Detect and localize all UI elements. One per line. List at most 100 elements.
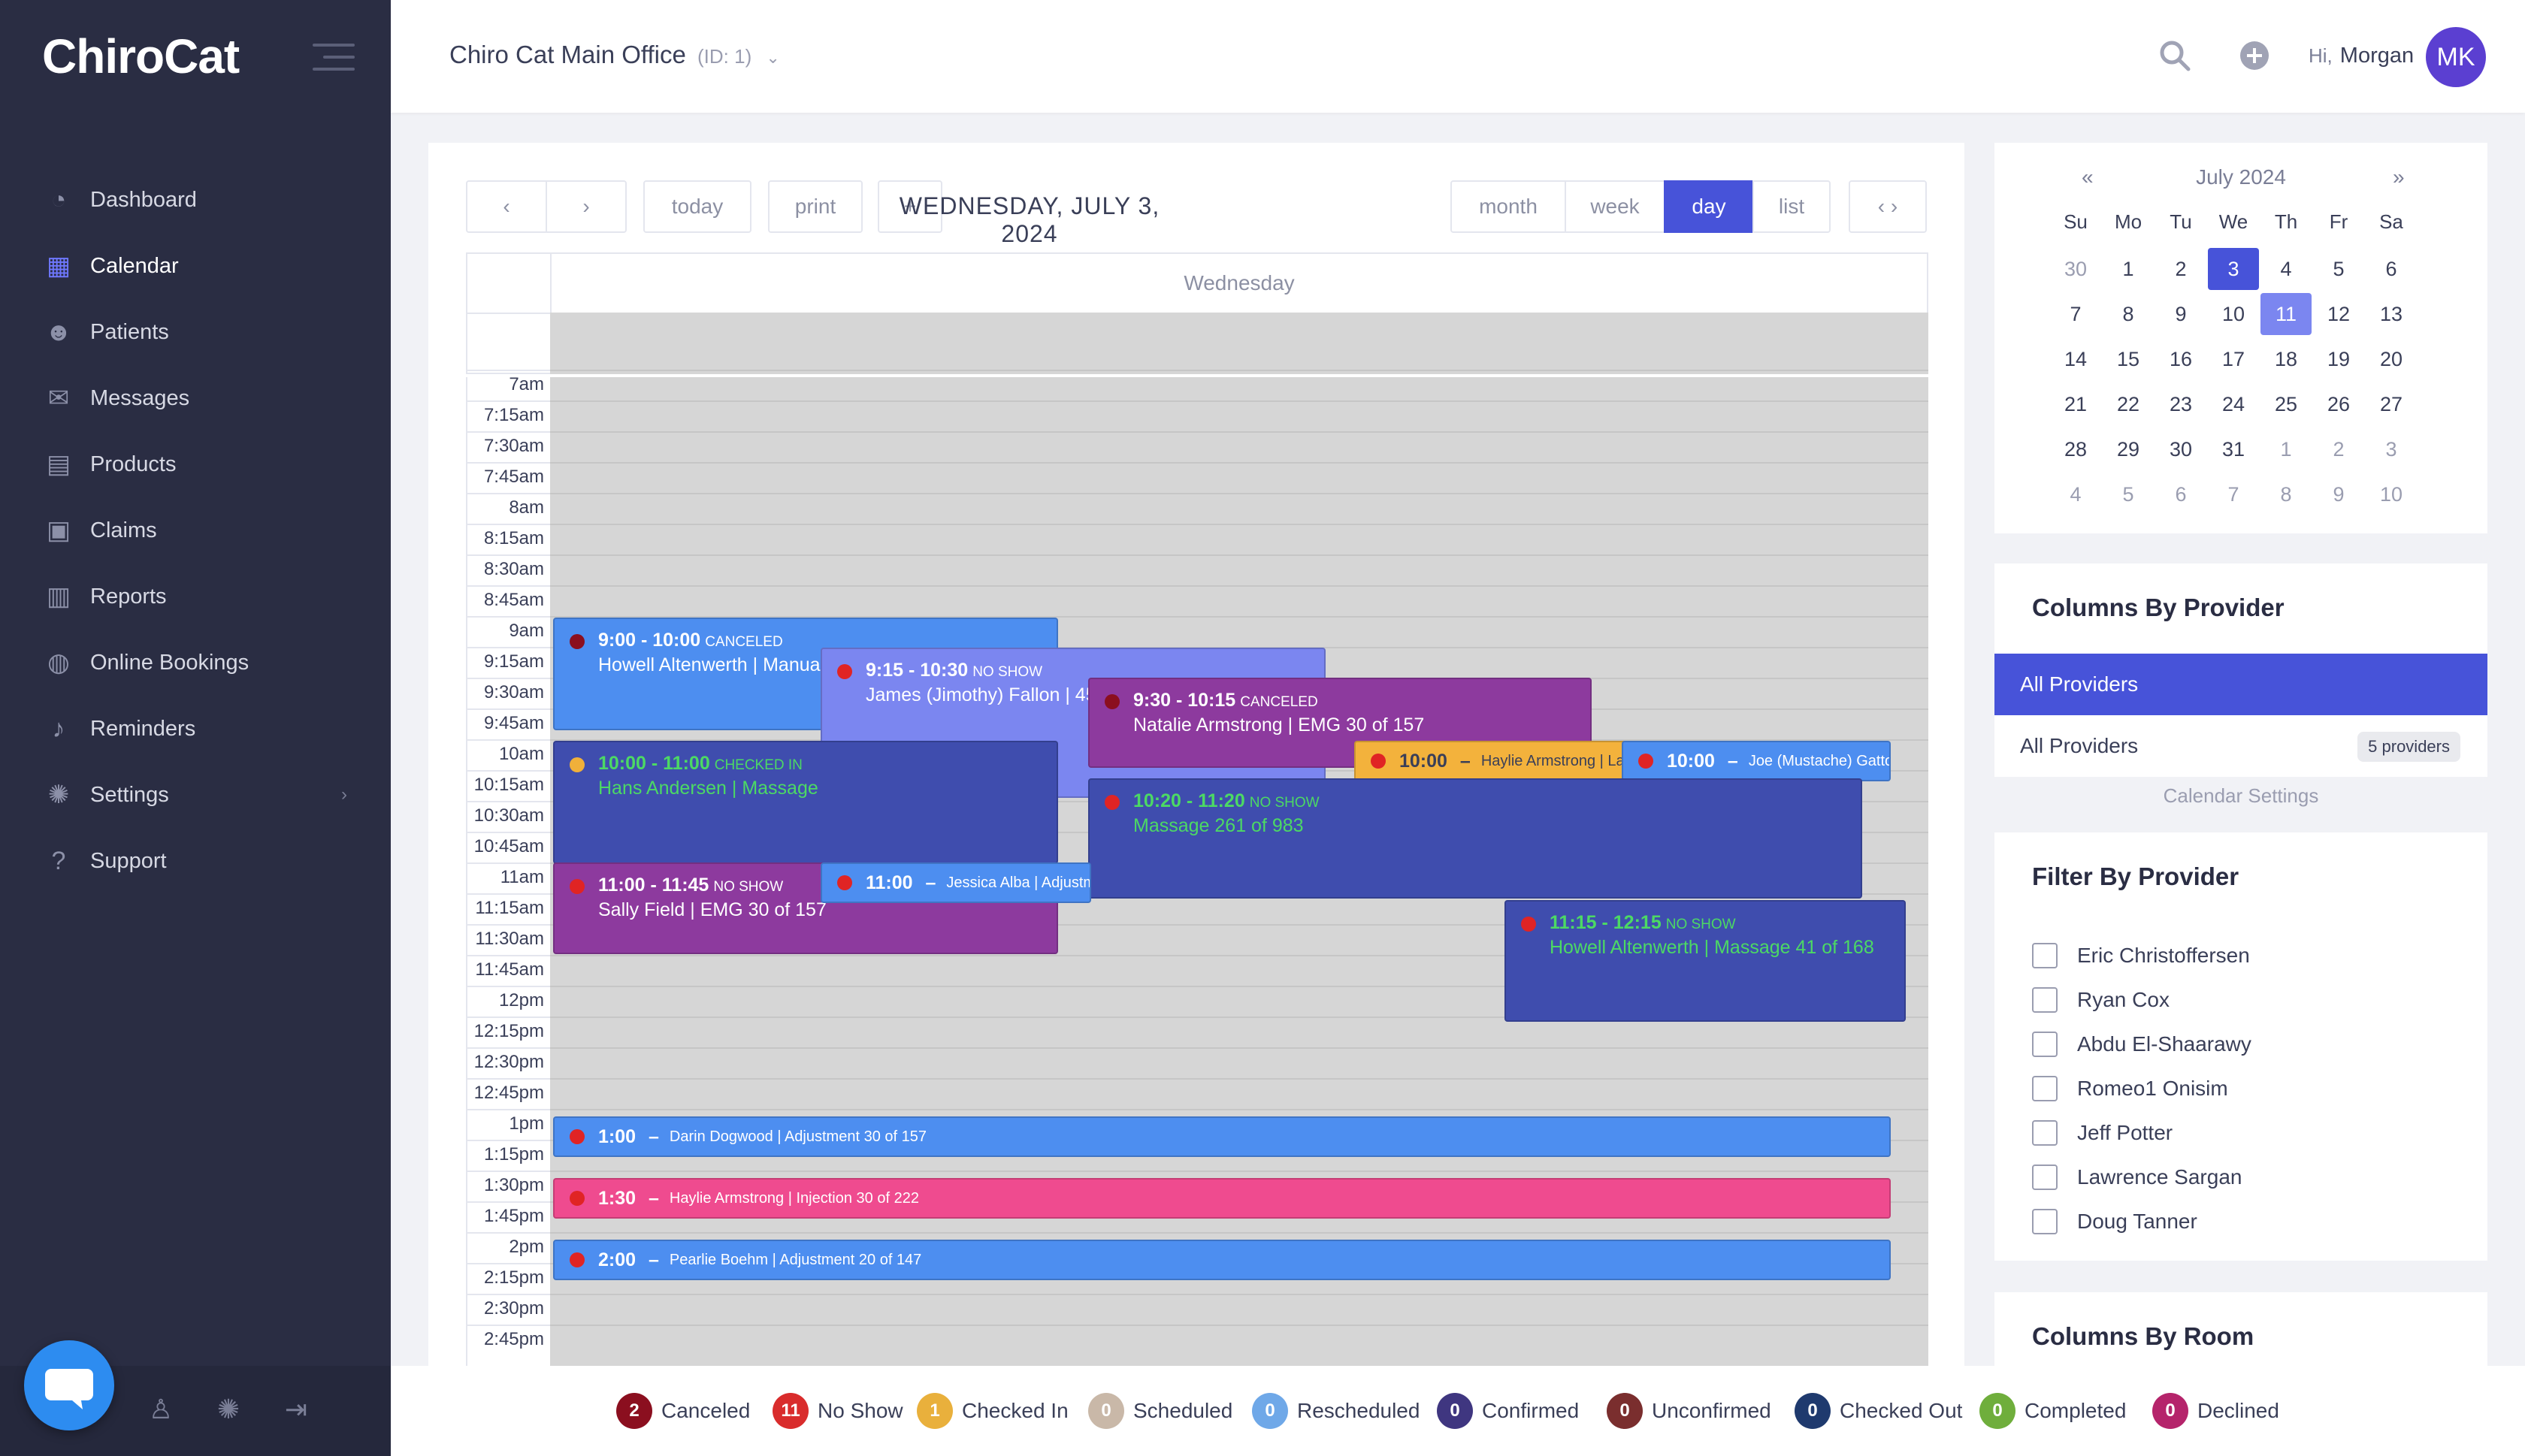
mini-calendar-day[interactable]: 2 xyxy=(2313,428,2364,470)
chat-support-button[interactable] xyxy=(24,1340,114,1430)
calendar-event[interactable]: 11:00 –Jessica Alba | Adjustment xyxy=(821,862,1091,903)
mini-calendar-day[interactable]: 12 xyxy=(2313,293,2364,335)
mini-calendar-day[interactable]: 1 xyxy=(2103,248,2154,290)
calendar-event[interactable]: 1:30 – Haylie Armstrong | Injection 30 of… xyxy=(553,1178,1891,1219)
menu-toggle-icon[interactable] xyxy=(313,44,355,71)
provider-filter-row[interactable]: Abdu El-Shaarawy xyxy=(2032,1029,2251,1059)
mini-calendar-day[interactable]: 2 xyxy=(2155,248,2206,290)
mini-calendar-day[interactable]: 13 xyxy=(2366,293,2417,335)
app-logo[interactable]: ChiroCat xyxy=(42,29,240,84)
provider-checkbox[interactable] xyxy=(2032,1032,2058,1057)
office-selector[interactable]: Chiro Cat Main Office (ID: 1) ⌄ xyxy=(449,41,780,69)
legend-item[interactable]: 0 Checked Out xyxy=(1795,1391,1962,1430)
legend-item[interactable]: 0 Declined xyxy=(2152,1391,2279,1430)
legend-item[interactable]: 0 Scheduled xyxy=(1088,1391,1232,1430)
all-providers-selected[interactable]: All Providers xyxy=(1994,654,2487,715)
mini-calendar-day[interactable]: 17 xyxy=(2208,338,2259,380)
nav-toggle-button[interactable]: ‹ › xyxy=(1849,180,1927,233)
mini-calendar-day[interactable]: 25 xyxy=(2260,383,2312,425)
legend-item[interactable]: 0 Completed xyxy=(1979,1391,2126,1430)
legend-item[interactable]: 0 Rescheduled xyxy=(1252,1391,1420,1430)
mini-calendar-day[interactable]: 26 xyxy=(2313,383,2364,425)
mini-calendar-day[interactable]: 8 xyxy=(2260,473,2312,515)
mini-calendar-day[interactable]: 9 xyxy=(2313,473,2364,515)
avatar[interactable]: MK xyxy=(2426,27,2486,87)
provider-checkbox[interactable] xyxy=(2032,987,2058,1013)
mini-calendar-day[interactable]: 6 xyxy=(2366,248,2417,290)
provider-filter-row[interactable]: Ryan Cox xyxy=(2032,985,2170,1015)
user-profile-icon[interactable]: ♙ xyxy=(144,1393,177,1426)
mini-next-button[interactable]: » xyxy=(2393,165,2405,189)
provider-checkbox[interactable] xyxy=(2032,943,2058,968)
prev-button[interactable]: ‹ xyxy=(466,180,547,233)
mini-calendar-day[interactable]: 20 xyxy=(2366,338,2417,380)
sidebar-item-claims[interactable]: ▣ Claims xyxy=(0,497,391,563)
mini-calendar-day[interactable]: 10 xyxy=(2208,293,2259,335)
view-day-button[interactable]: day xyxy=(1664,180,1754,233)
calendar-event[interactable]: 11:15 - 12:15 NO SHOW Howell Altenwerth | … xyxy=(1504,900,1906,1022)
mini-calendar-day[interactable]: 4 xyxy=(2260,248,2312,290)
logout-icon[interactable]: ⇥ xyxy=(280,1393,313,1426)
mini-calendar-day[interactable]: 10 xyxy=(2366,473,2417,515)
legend-item[interactable]: 11 No Show xyxy=(773,1391,903,1430)
sidebar-item-reminders[interactable]: ♪ Reminders xyxy=(0,696,391,762)
provider-checkbox[interactable] xyxy=(2032,1120,2058,1146)
mini-calendar-day[interactable]: 19 xyxy=(2313,338,2364,380)
provider-filter-row[interactable]: Doug Tanner xyxy=(2032,1207,2197,1237)
today-button[interactable]: today xyxy=(643,180,751,233)
sidebar-item-reports[interactable]: ▥ Reports xyxy=(0,563,391,630)
add-circle-icon[interactable] xyxy=(2236,38,2272,74)
mini-calendar-day[interactable]: 16 xyxy=(2155,338,2206,380)
mini-calendar-day[interactable]: 30 xyxy=(2155,428,2206,470)
mini-calendar-day[interactable]: 3 xyxy=(2208,248,2259,290)
provider-filter-row[interactable]: Eric Christoffersen xyxy=(2032,941,2250,971)
time-grid-area[interactable]: 9:00 - 10:00 CANCELED Howell Altenwerth | … xyxy=(550,370,1928,1366)
calendar-event[interactable]: 10:00 – Joe (Mustache) Gatto xyxy=(1622,741,1891,781)
mini-calendar-day[interactable]: 7 xyxy=(2050,293,2101,335)
mini-calendar-day[interactable]: 15 xyxy=(2103,338,2154,380)
view-month-button[interactable]: month xyxy=(1450,180,1566,233)
calendar-event[interactable]: 10:00 - 11:00 CHECKED IN Hans Andersen | M… xyxy=(553,741,1058,864)
provider-filter-row[interactable]: Jeff Potter xyxy=(2032,1118,2173,1148)
legend-item[interactable]: 0 Unconfirmed xyxy=(1607,1391,1771,1430)
search-icon[interactable] xyxy=(2157,38,2193,74)
mini-calendar-day[interactable]: 23 xyxy=(2155,383,2206,425)
mini-calendar-day[interactable]: 18 xyxy=(2260,338,2312,380)
all-providers-option[interactable]: All Providers 5 providers xyxy=(1994,715,2487,777)
legend-item[interactable]: 1 Checked In xyxy=(917,1391,1069,1430)
calendar-event[interactable]: 10:00 –Haylie Armstrong | Laser xyxy=(1354,741,1628,781)
provider-filter-row[interactable]: Lawrence Sargan xyxy=(2032,1162,2242,1192)
gear-icon[interactable]: ✺ xyxy=(212,1393,245,1426)
sidebar-item-online-bookings[interactable]: ◍ Online Bookings xyxy=(0,630,391,696)
provider-filter-row[interactable]: Romeo1 Onisim xyxy=(2032,1074,2228,1104)
calendar-event[interactable]: 1:00 – Darin Dogwood | Adjustment 30 of 1… xyxy=(553,1116,1891,1157)
sidebar-item-messages[interactable]: ✉ Messages xyxy=(0,365,391,431)
mini-calendar-day[interactable]: 29 xyxy=(2103,428,2154,470)
mini-calendar-day[interactable]: 14 xyxy=(2050,338,2101,380)
mini-calendar-day[interactable]: 3 xyxy=(2366,428,2417,470)
view-list-button[interactable]: list xyxy=(1752,180,1831,233)
provider-checkbox[interactable] xyxy=(2032,1076,2058,1101)
print-button[interactable]: print xyxy=(768,180,863,233)
mini-calendar-day[interactable]: 8 xyxy=(2103,293,2154,335)
legend-item[interactable]: 2 Canceled xyxy=(616,1391,750,1430)
mini-calendar-day[interactable]: 27 xyxy=(2366,383,2417,425)
provider-checkbox[interactable] xyxy=(2032,1209,2058,1234)
sidebar-item-products[interactable]: ▤ Products xyxy=(0,431,391,497)
mini-calendar-day[interactable]: 28 xyxy=(2050,428,2101,470)
sidebar-item-patients[interactable]: ☻ Patients xyxy=(0,299,391,365)
mini-calendar-day[interactable]: 5 xyxy=(2313,248,2364,290)
mini-calendar-day[interactable]: 4 xyxy=(2050,473,2101,515)
calendar-event[interactable]: 2:00 – Pearlie Boehm | Adjustment 20 of 1… xyxy=(553,1240,1891,1280)
mini-calendar-day[interactable]: 22 xyxy=(2103,383,2154,425)
calendar-event[interactable]: 10:20 - 11:20 NO SHOW Massage 261 of 983 xyxy=(1088,778,1862,899)
provider-checkbox[interactable] xyxy=(2032,1164,2058,1190)
mini-calendar-day[interactable]: 6 xyxy=(2155,473,2206,515)
sidebar-item-calendar[interactable]: ▦ Calendar xyxy=(0,233,391,299)
sidebar-item-support[interactable]: ? Support xyxy=(0,828,391,894)
mini-calendar-day[interactable]: 21 xyxy=(2050,383,2101,425)
mini-calendar-day[interactable]: 7 xyxy=(2208,473,2259,515)
mini-calendar-day[interactable]: 31 xyxy=(2208,428,2259,470)
all-day-row[interactable] xyxy=(550,313,1928,374)
calendar-settings-link[interactable]: Calendar Settings xyxy=(1994,784,2487,808)
